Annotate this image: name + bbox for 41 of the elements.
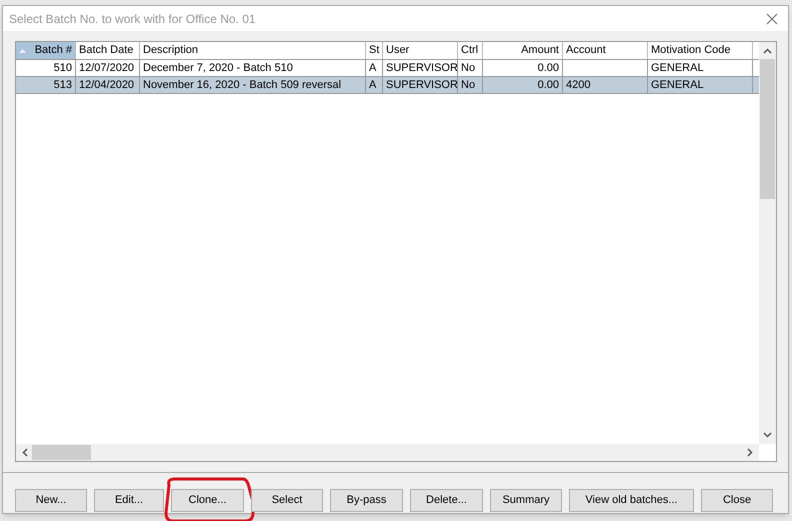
scroll-right-icon[interactable] bbox=[747, 448, 753, 457]
table-cell: SUPERVISOR bbox=[383, 60, 458, 76]
table-cell: 0.00 bbox=[483, 60, 563, 76]
scroll-left-icon[interactable] bbox=[22, 448, 28, 457]
vertical-scrollbar[interactable] bbox=[759, 42, 776, 444]
table-row[interactable]: 510 12/07/2020 December 7, 2020 - Batch 510 A SUPERVISOR No 0.00 GENERAL bbox=[16, 60, 759, 77]
dialog-button[interactable]: Close bbox=[701, 489, 773, 512]
dialog-button[interactable]: New... bbox=[15, 489, 87, 512]
scroll-up-icon[interactable] bbox=[763, 48, 772, 54]
table-cell: A bbox=[366, 60, 383, 76]
table-cell: 12/04/2020 bbox=[76, 77, 140, 93]
dialog-button[interactable]: Clone... bbox=[171, 489, 244, 512]
sort-ascending-icon bbox=[19, 48, 26, 52]
table-cell: SUPERVISOR bbox=[383, 77, 458, 93]
table-cell: 510 bbox=[16, 60, 76, 76]
table-cell: December 7, 2020 - Batch 510 bbox=[140, 60, 366, 76]
table-cell: 4200 bbox=[563, 77, 648, 93]
table-cell: 0.00 bbox=[483, 77, 563, 93]
scroll-down-icon[interactable] bbox=[763, 432, 772, 438]
column-header[interactable]: Account bbox=[563, 42, 648, 59]
table-cell: 513 bbox=[16, 77, 76, 93]
table-cell: GENERAL bbox=[648, 77, 753, 93]
dialog-button[interactable]: Edit... bbox=[94, 489, 164, 512]
table-cell: November 16, 2020 - Batch 509 reversal bbox=[140, 77, 366, 93]
table-cell: No bbox=[458, 77, 483, 93]
dialog-button[interactable]: By-pass bbox=[330, 489, 403, 512]
table-cell: A bbox=[366, 77, 383, 93]
dialog-button[interactable]: Summary bbox=[490, 489, 562, 512]
window-title: Select Batch No. to work with for Office No. 01 bbox=[9, 10, 256, 28]
dialog-button[interactable]: Select bbox=[251, 489, 323, 512]
close-icon[interactable] bbox=[766, 12, 778, 24]
table-row[interactable]: 513 12/04/2020 November 16, 2020 - Batch 509 reversal A SUPERVISOR No 0.00 4200 GENERAL bbox=[16, 77, 759, 94]
column-header[interactable]: Batch # bbox=[16, 42, 76, 59]
table-cell: No bbox=[458, 60, 483, 76]
scroll-thumb[interactable] bbox=[760, 59, 775, 199]
dialog-button[interactable]: Delete... bbox=[410, 489, 483, 512]
scroll-thumb[interactable] bbox=[32, 445, 91, 460]
table-cell: GENERAL bbox=[648, 60, 753, 76]
dialog-button[interactable]: View old batches... bbox=[569, 489, 694, 512]
table-cell: 12/07/2020 bbox=[76, 60, 140, 76]
horizontal-scrollbar[interactable] bbox=[16, 444, 759, 461]
